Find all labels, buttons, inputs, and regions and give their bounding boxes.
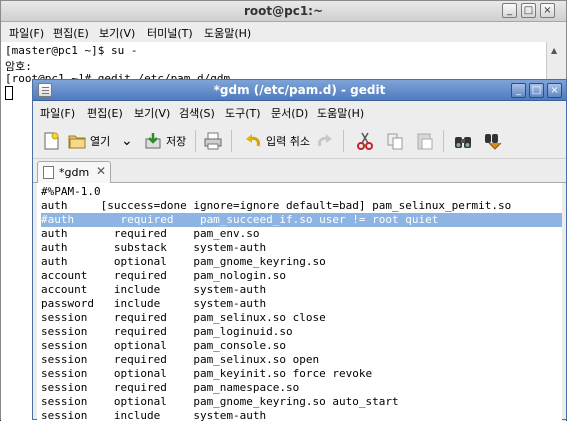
text-line: session optional pam_console.so <box>41 339 287 352</box>
terminal-title: root@pc1:~ <box>243 4 324 18</box>
text-line: password include system-auth <box>41 297 267 310</box>
text-line: auth optional pam_gnome_keyring.so <box>41 255 326 268</box>
save-icon <box>143 131 163 151</box>
new-document-button[interactable] <box>41 128 64 154</box>
text-line: session optional pam_gnome_keyring.so au… <box>41 395 399 408</box>
terminal-menu-edit[interactable]: 편집(E) <box>53 25 89 41</box>
gedit-minimize-button[interactable]: _ <box>511 83 526 98</box>
text-line: auth [success=done ignore=ignore default… <box>41 199 512 212</box>
gedit-menu-search[interactable]: 검색(S) <box>179 105 215 121</box>
text-line: session include system-auth <box>41 409 267 421</box>
text-line: account include system-auth <box>41 283 267 296</box>
tab-gdm[interactable]: *gdm ✕ <box>37 161 111 183</box>
open-button[interactable]: 열기 <box>67 128 110 154</box>
printer-icon <box>203 131 223 151</box>
terminal-titlebar: root@pc1:~ _ □ × <box>1 1 566 22</box>
open-recent-dropdown[interactable]: ⌄ <box>121 128 133 154</box>
new-document-icon <box>41 131 61 151</box>
gedit-close-button[interactable]: × <box>547 83 562 98</box>
gedit-menu-help[interactable]: 도움말(H) <box>317 105 364 121</box>
cut-button[interactable] <box>355 128 378 154</box>
save-label: 저장 <box>166 135 187 148</box>
redo-button[interactable] <box>315 128 338 154</box>
open-label: 열기 <box>90 135 111 148</box>
gedit-toolbar: 열기 ⌄ 저장 입력 취소 <box>33 123 566 159</box>
scissors-icon <box>355 131 375 151</box>
gedit-menu-view[interactable]: 보기(V) <box>134 105 170 121</box>
terminal-menu-terminal[interactable]: 터미널(T) <box>147 25 193 41</box>
gedit-titlebar: *gdm (/etc/pam.d) - gedit _ □ × <box>33 80 566 101</box>
toolbar-separator <box>231 130 232 152</box>
replace-button[interactable] <box>483 128 506 154</box>
text-line: #%PAM-1.0 <box>41 185 101 198</box>
terminal-menu-view[interactable]: 보기(V) <box>99 25 135 41</box>
terminal-line: [master@pc1 ~]$ su - <box>5 44 138 57</box>
terminal-cursor <box>5 86 13 100</box>
gedit-window: *gdm (/etc/pam.d) - gedit _ □ × 파일(F) 편집… <box>32 79 567 421</box>
print-button[interactable] <box>203 128 226 154</box>
gedit-menu-file[interactable]: 파일(F) <box>40 105 75 121</box>
terminal-maximize-button[interactable]: □ <box>521 3 536 18</box>
terminal-menu-file[interactable]: 파일(F) <box>9 25 44 41</box>
gedit-menu-edit[interactable]: 편집(E) <box>87 105 123 121</box>
text-line: auth substack system-auth <box>41 241 267 254</box>
toolbar-separator <box>443 130 444 152</box>
gedit-maximize-button[interactable]: □ <box>529 83 544 98</box>
text-editor[interactable]: #%PAM-1.0 auth [success=done ignore=igno… <box>37 183 562 421</box>
text-line: session required pam_selinux.so close <box>41 311 326 324</box>
tab-label: *gdm <box>59 166 90 179</box>
undo-icon <box>243 131 263 151</box>
text-line: session required pam_loginuid.so <box>41 325 293 338</box>
find-replace-icon <box>483 131 503 151</box>
text-line: session required pam_namespace.so <box>41 381 300 394</box>
binoculars-icon <box>453 131 473 151</box>
terminal-close-button[interactable]: × <box>540 3 555 18</box>
document-icon <box>43 166 54 179</box>
text-line: account required pam_nologin.so <box>41 269 287 282</box>
gedit-menu-documents[interactable]: 문서(D) <box>271 105 308 121</box>
save-button[interactable]: 저장 <box>143 128 186 154</box>
redo-icon <box>315 131 335 151</box>
text-line: session required pam_selinux.so open <box>41 353 320 366</box>
text-line: session optional pam_keyinit.so force re… <box>41 367 373 380</box>
gedit-menubar: 파일(F) 편집(E) 보기(V) 검색(S) 도구(T) 문서(D) 도움말(… <box>33 101 566 123</box>
copy-icon <box>385 131 405 151</box>
selected-text-line: #auth required pam_succeed_if.so user !=… <box>41 213 439 226</box>
terminal-minimize-button[interactable]: _ <box>502 3 517 18</box>
close-icon[interactable]: ✕ <box>96 164 106 178</box>
terminal-menubar: 파일(F) 편집(E) 보기(V) 터미널(T) 도움말(H) <box>1 22 566 42</box>
copy-button[interactable] <box>385 128 408 154</box>
chevron-down-icon: ⌄ <box>121 133 133 149</box>
gedit-menu-tools[interactable]: 도구(T) <box>225 105 261 121</box>
gedit-title: *gdm (/etc/pam.d) - gedit <box>213 83 386 97</box>
text-line: auth required pam_env.so <box>41 227 260 240</box>
scroll-up-arrow-icon[interactable]: ▲ <box>551 46 557 55</box>
paste-icon <box>415 131 435 151</box>
toolbar-separator <box>195 130 196 152</box>
gedit-tabbar: *gdm ✕ <box>33 159 566 183</box>
find-button[interactable] <box>453 128 476 154</box>
toolbar-separator <box>343 130 344 152</box>
open-folder-icon <box>67 131 87 151</box>
undo-button[interactable]: 입력 취소 <box>243 128 310 154</box>
terminal-menu-help[interactable]: 도움말(H) <box>204 25 251 41</box>
paste-button[interactable] <box>415 128 438 154</box>
undo-label: 입력 취소 <box>266 135 310 148</box>
